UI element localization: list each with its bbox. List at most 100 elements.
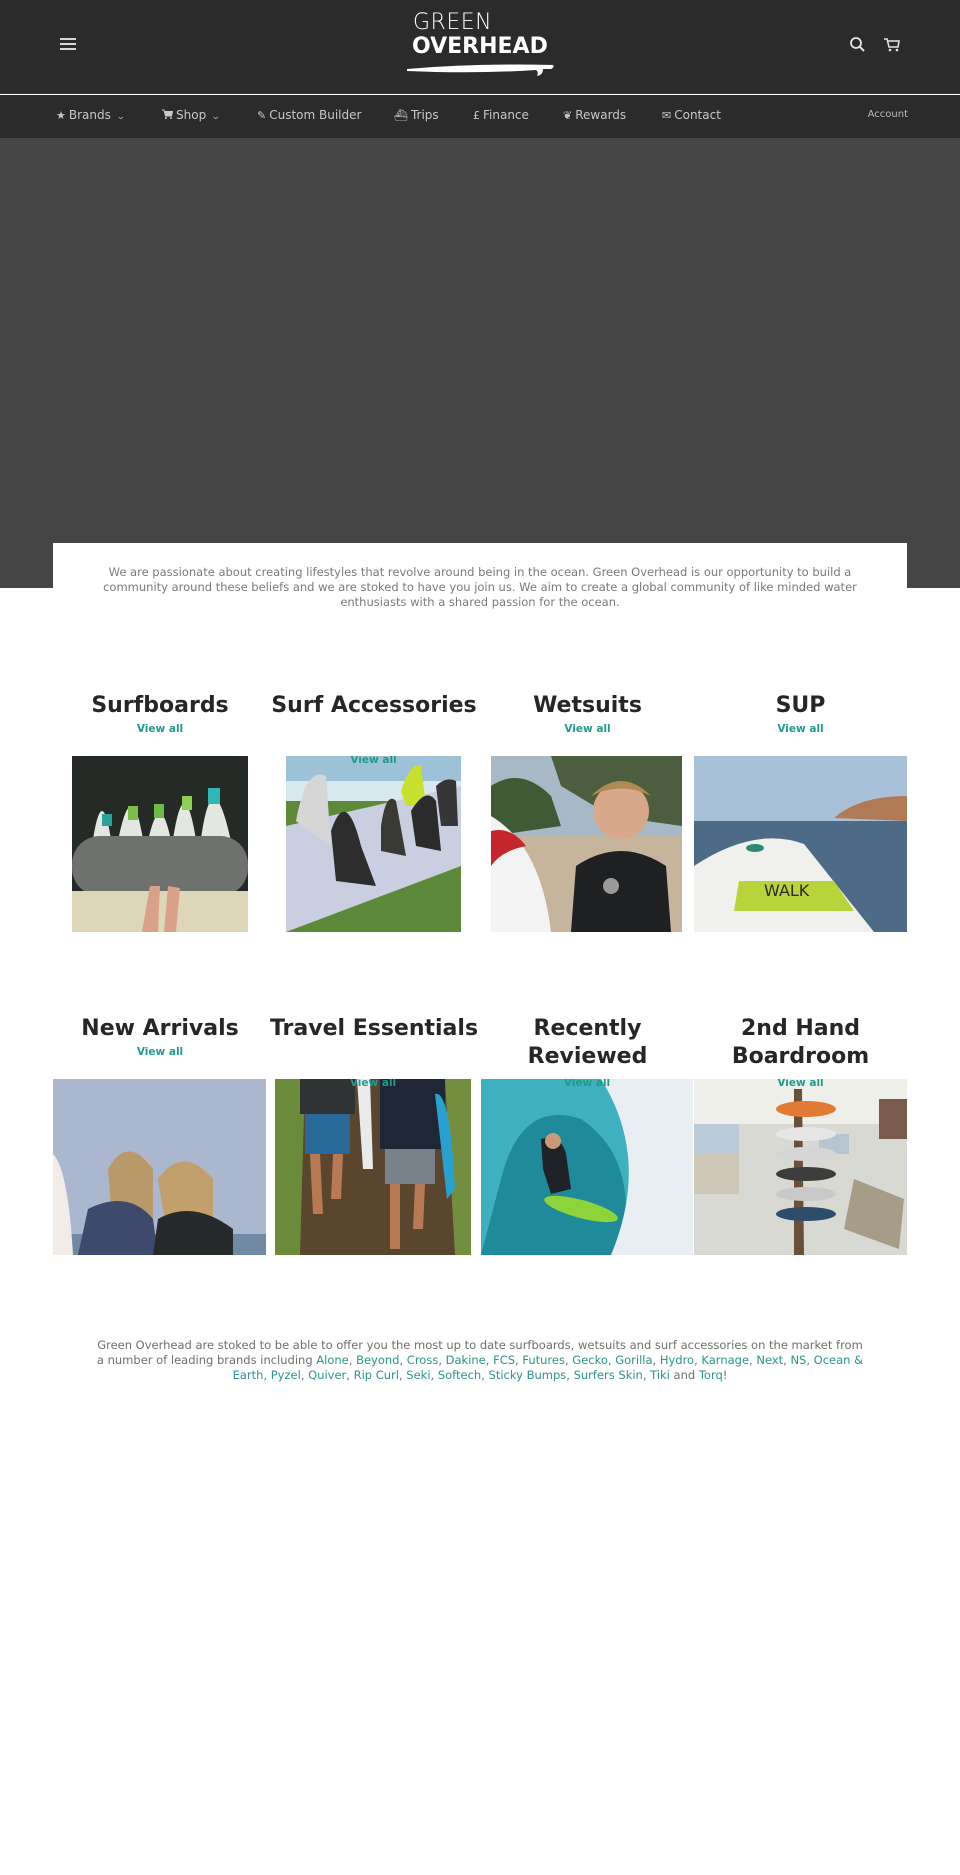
nav-label: Finance <box>483 108 529 122</box>
pencil-icon: ✎ <box>257 109 267 122</box>
brand-link[interactable]: Sticky Bumps <box>489 1368 567 1382</box>
intro-text: We are passionate about creating lifesty… <box>103 565 857 609</box>
brand-link[interactable]: Seki <box>406 1368 430 1382</box>
logo-line-2: OVERHEAD <box>412 34 548 59</box>
collection-wetsuits: Wetsuits View all <box>481 692 694 735</box>
collection-title: Recently Reviewed <box>527 1016 648 1069</box>
nav-item-brands[interactable]: ★ Brands ⌄ <box>56 108 126 122</box>
brand-separator: , <box>438 1353 446 1367</box>
brand-link[interactable]: Quiver <box>308 1368 346 1382</box>
nav-item-shop[interactable]: Shop ⌄ <box>162 108 221 122</box>
collection-title: SUP <box>775 693 826 718</box>
surf-fins-photo[interactable]: View all <box>286 756 461 932</box>
boat-board-rack-photo[interactable]: View all <box>694 1079 907 1255</box>
svg-text:WALK: WALK <box>764 881 810 900</box>
brand-separator: , <box>348 1353 357 1367</box>
brand-link[interactable]: Gecko <box>572 1353 608 1367</box>
brand-link[interactable]: Dakine <box>446 1353 486 1367</box>
brand-link[interactable]: Hydro <box>660 1353 694 1367</box>
surfers-walking-path-photo[interactable]: View all <box>275 1079 471 1255</box>
brand-link[interactable]: Gorilla <box>615 1353 652 1367</box>
collection-surf-accessories: Surf Accessories <box>267 692 481 720</box>
surfer-wetsuit-photo[interactable] <box>491 756 682 932</box>
view-all-link[interactable]: View all <box>275 1079 471 1089</box>
envelope-icon: ✉ <box>662 109 672 122</box>
brands-paragraph: Green Overhead are stoked to be able to … <box>95 1338 865 1383</box>
brand-link[interactable]: Futures <box>522 1353 565 1367</box>
nav-label: Rewards <box>575 108 627 122</box>
hero-banner <box>0 138 960 588</box>
site-logo[interactable]: GREEN OVERHEAD <box>405 12 555 80</box>
brand-separator: , <box>485 1353 494 1367</box>
brand-link[interactable]: FCS <box>493 1353 515 1367</box>
nav-label: Trips <box>410 108 439 122</box>
nav-item-trips[interactable]: ⛴ Trips <box>394 108 439 122</box>
brand-link[interactable]: Karnage <box>701 1353 749 1367</box>
intro-text-box: We are passionate about creating lifesty… <box>53 543 907 628</box>
main-nav: ★ Brands ⌄ Shop ⌄ ✎ Custom Builder ⛴ Trips £ F… <box>0 95 960 138</box>
brand-link[interactable]: Torq <box>699 1368 723 1382</box>
view-all-link[interactable]: View all <box>286 756 461 766</box>
nav-item-contact[interactable]: ✉ Contact <box>662 108 721 122</box>
collection-title: Surfboards <box>91 693 229 718</box>
brand-separator: , <box>399 1353 407 1367</box>
nav-label: Brands <box>68 108 111 122</box>
chevron-down-icon: ⌄ <box>211 112 221 122</box>
brand-link[interactable]: Beyond <box>356 1353 399 1367</box>
brand-link[interactable]: Tiki <box>650 1368 670 1382</box>
collection-surfboards: Surfboards View all <box>53 692 267 735</box>
two-surfers-photo[interactable] <box>53 1079 266 1255</box>
surfboards-rack-photo[interactable] <box>72 756 248 932</box>
brands-ending: ! <box>722 1368 728 1382</box>
collection-travel-essentials: Travel Essentials <box>267 1015 481 1043</box>
barrel-wave-surfer-photo[interactable]: View all <box>481 1079 693 1255</box>
chevron-down-icon: ⌄ <box>115 112 126 122</box>
brand-link[interactable]: Alone <box>316 1353 348 1367</box>
view-all-link[interactable]: View all <box>694 1079 907 1089</box>
brand-separator: , <box>806 1353 814 1367</box>
brand-link[interactable]: Rip Curl <box>354 1368 399 1382</box>
brand-link[interactable]: NS <box>790 1353 806 1367</box>
collection-title: Surf Accessories <box>271 693 477 718</box>
site-header: GREEN OVERHEAD <box>0 0 960 94</box>
ship-icon: ⛴ <box>394 109 408 122</box>
brands-conjunction: and <box>669 1368 699 1382</box>
nav-item-finance[interactable]: £ Finance <box>473 108 529 122</box>
cart-icon <box>162 109 174 122</box>
view-all-link[interactable]: View all <box>694 723 907 735</box>
nav-label: Contact <box>674 108 721 122</box>
pound-icon: £ <box>473 109 480 122</box>
collection-2nd-hand-boardroom: 2nd Hand Boardroom <box>694 1015 907 1071</box>
brand-separator: , <box>346 1368 354 1382</box>
hamburger-menu-icon[interactable] <box>60 38 76 50</box>
nav-label: Custom Builder <box>269 108 362 122</box>
brand-link[interactable]: Surfers Skin <box>574 1368 643 1382</box>
view-all-link[interactable]: View all <box>53 1046 267 1058</box>
brand-separator: , <box>652 1353 660 1367</box>
nav-label: Shop <box>176 108 207 122</box>
brand-link[interactable]: Softech <box>438 1368 481 1382</box>
brand-link[interactable]: Next <box>756 1353 783 1367</box>
collection-title: New Arrivals <box>81 1016 239 1041</box>
view-all-link[interactable]: View all <box>481 1079 693 1089</box>
brand-link[interactable]: Pyzel <box>271 1368 301 1382</box>
search-icon[interactable] <box>849 36 867 54</box>
collection-title: 2nd Hand Boardroom <box>731 1016 870 1069</box>
nav-item-custom-builder[interactable]: ✎ Custom Builder <box>257 108 361 122</box>
star-icon: ★ <box>56 109 66 122</box>
brand-link[interactable]: Cross <box>407 1353 439 1367</box>
brand-separator: , <box>481 1368 489 1382</box>
surfboard-logo-icon <box>407 64 554 76</box>
collection-title: Wetsuits <box>533 693 642 718</box>
view-all-link[interactable]: View all <box>53 723 267 735</box>
brand-separator: , <box>566 1368 574 1382</box>
view-all-link[interactable]: View all <box>481 723 694 735</box>
sup-board-photo[interactable]: WALK <box>694 756 907 932</box>
logo-line-1: GREEN <box>413 10 493 35</box>
brand-links: Alone, Beyond, Cross, Dakine, FCS, Futur… <box>233 1353 864 1382</box>
collection-new-arrivals: New Arrivals View all <box>53 1015 267 1058</box>
nav-item-rewards[interactable]: ❦ Rewards <box>563 108 626 122</box>
cart-icon[interactable] <box>883 36 901 54</box>
account-link[interactable]: Account <box>868 109 908 120</box>
brand-separator: , <box>263 1368 271 1382</box>
